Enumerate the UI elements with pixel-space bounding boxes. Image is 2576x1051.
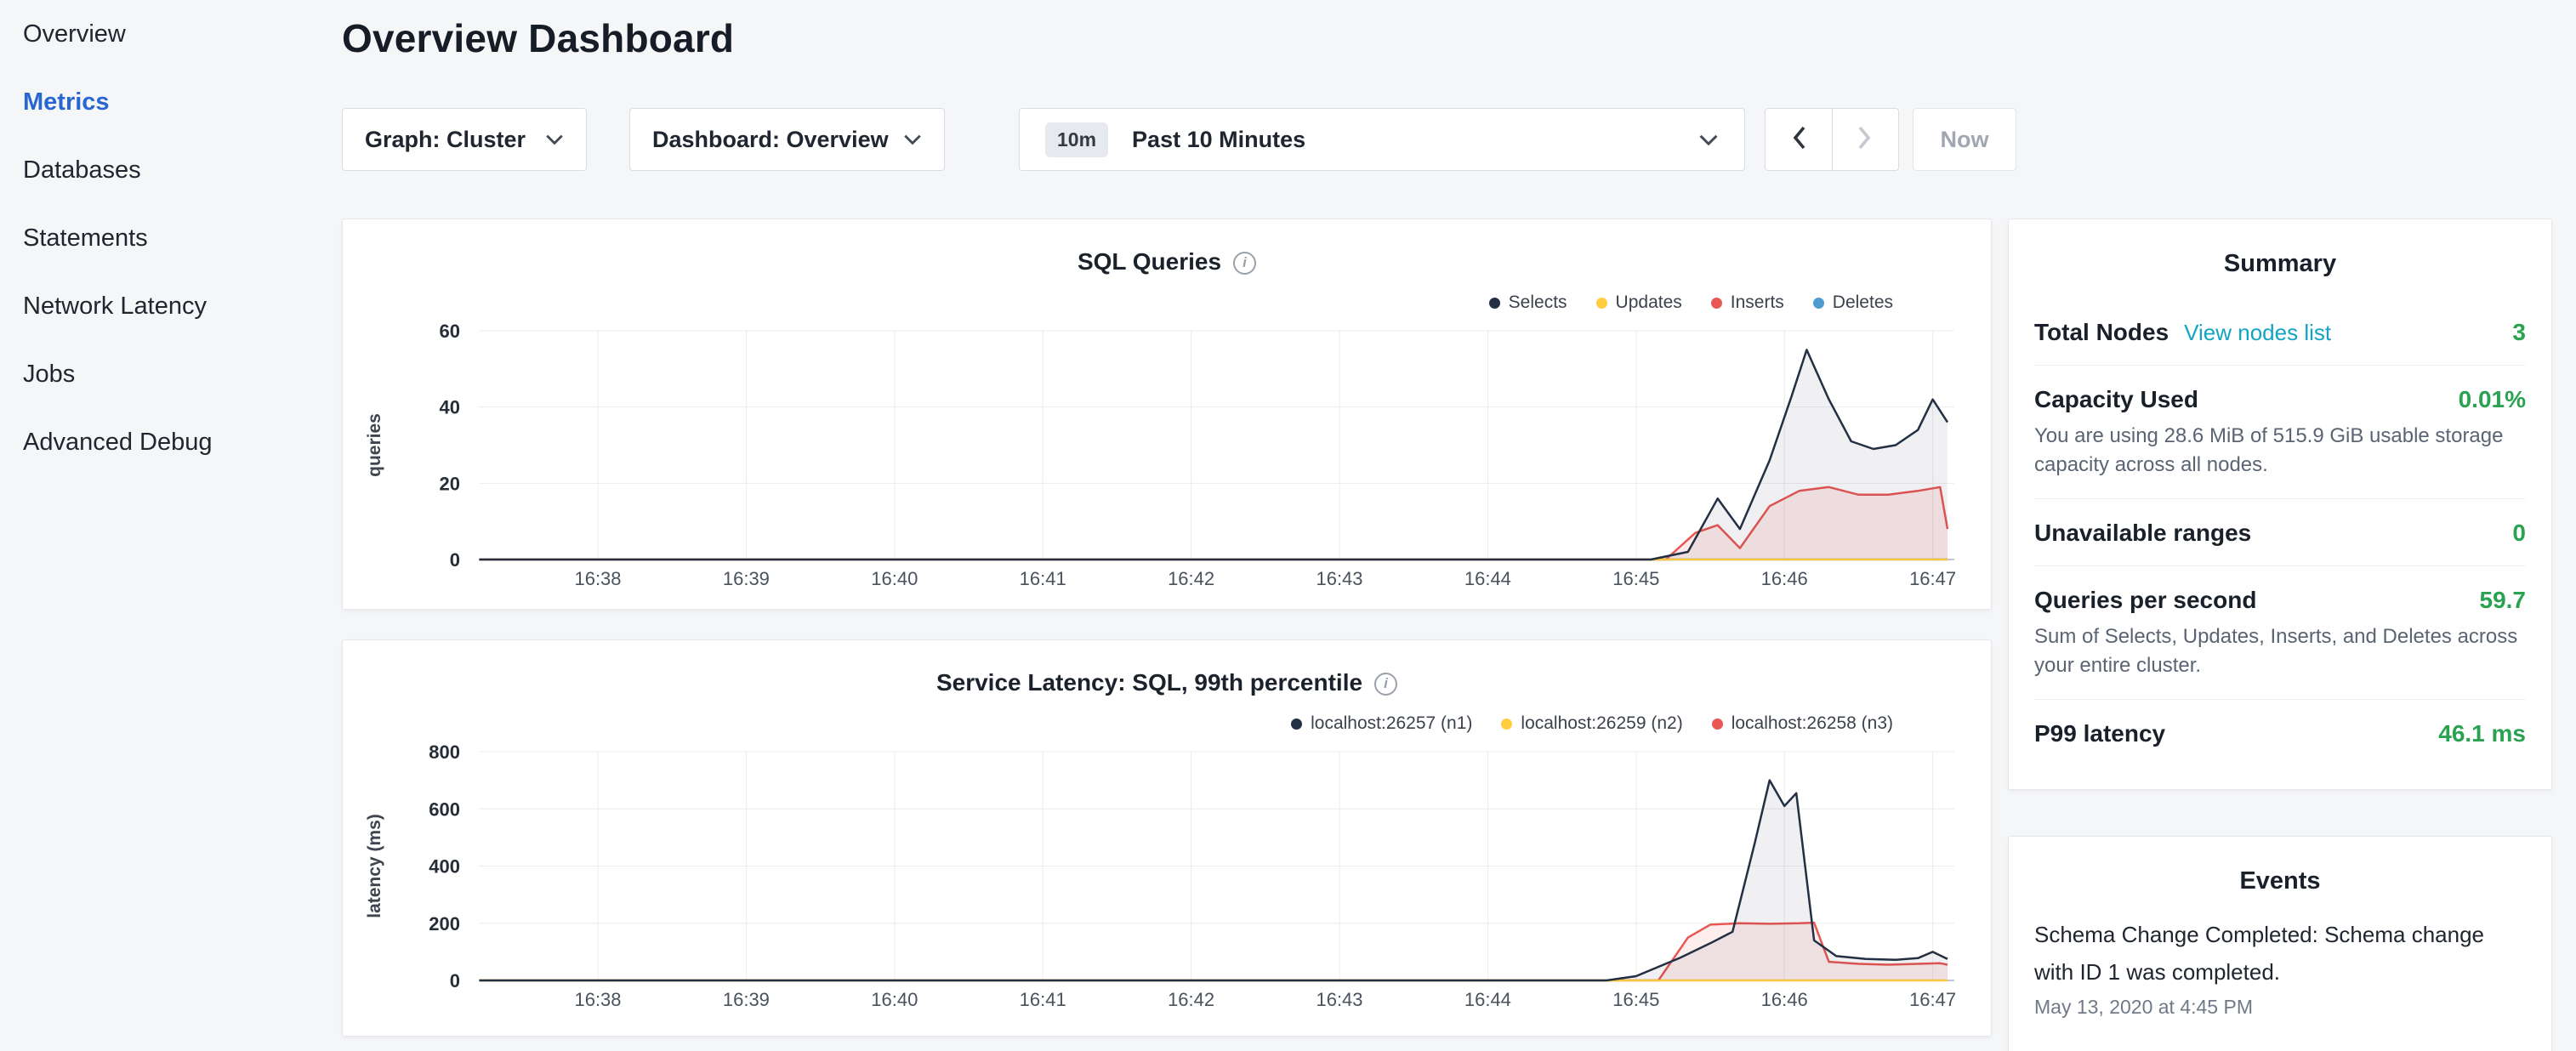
now-button-label: Now bbox=[1941, 127, 1989, 153]
svg-text:16:40: 16:40 bbox=[871, 989, 918, 1010]
chevron-left-icon bbox=[1790, 124, 1807, 156]
service-latency-chart[interactable]: 0 200 400 600 800 16:38 16:39 16:40 16:41 16:42 16… bbox=[343, 640, 1991, 1027]
summary-row: Unavailable ranges 0 bbox=[2034, 498, 2526, 565]
sidebar-item-overview[interactable]: Overview bbox=[0, 0, 319, 68]
event-item[interactable]: Schema Change Completed: Schema change w… bbox=[2034, 916, 2526, 1019]
summary-row: Queries per second 59.7 Sum of Selects, Up… bbox=[2034, 565, 2526, 699]
svg-text:16:45: 16:45 bbox=[1612, 568, 1659, 589]
svg-text:16:39: 16:39 bbox=[723, 989, 770, 1010]
svg-text:40: 40 bbox=[440, 397, 460, 418]
svg-text:16:46: 16:46 bbox=[1761, 568, 1808, 589]
summary-row: Capacity Used 0.01% You are using 28.6 MiB… bbox=[2034, 365, 2526, 498]
svg-text:16:42: 16:42 bbox=[1168, 989, 1214, 1010]
svg-text:16:43: 16:43 bbox=[1316, 568, 1362, 589]
summary-description: Sum of Selects, Updates, Inserts, and De… bbox=[2034, 622, 2526, 680]
svg-text:16:38: 16:38 bbox=[574, 568, 621, 589]
svg-text:16:47: 16:47 bbox=[1909, 989, 1956, 1010]
dashboard-dropdown-label: Dashboard: Overview bbox=[652, 127, 889, 153]
summary-label: Queries per second bbox=[2034, 587, 2256, 614]
previous-range-button[interactable] bbox=[1765, 108, 1833, 171]
time-range-badge: 10m bbox=[1045, 122, 1108, 157]
svg-text:16:38: 16:38 bbox=[574, 989, 621, 1010]
svg-text:16:44: 16:44 bbox=[1464, 989, 1511, 1010]
svg-text:16:41: 16:41 bbox=[1020, 989, 1066, 1010]
summary-panel: Summary Total Nodes View nodes list 3 Capac… bbox=[2008, 219, 2552, 790]
event-text: Schema Change Completed: Schema change w… bbox=[2034, 916, 2526, 991]
sql-queries-chart-panel: SQL Queries SelectsUpdatesInsertsDeletes… bbox=[342, 219, 1992, 610]
svg-text:16:44: 16:44 bbox=[1464, 568, 1511, 589]
chevron-down-icon bbox=[545, 134, 564, 145]
summary-label: Total Nodes bbox=[2034, 319, 2169, 346]
sidebar-item-databases[interactable]: Databases bbox=[0, 136, 319, 204]
sidebar-item-advanced-debug[interactable]: Advanced Debug bbox=[0, 408, 319, 476]
summary-title: Summary bbox=[2009, 219, 2551, 298]
svg-text:800: 800 bbox=[429, 741, 460, 763]
summary-value: 0.01% bbox=[2459, 386, 2526, 413]
svg-text:16:41: 16:41 bbox=[1020, 568, 1066, 589]
svg-text:200: 200 bbox=[429, 913, 460, 935]
now-button[interactable]: Now bbox=[1913, 108, 2016, 171]
svg-text:16:45: 16:45 bbox=[1612, 989, 1659, 1010]
summary-value: 0 bbox=[2512, 520, 2526, 547]
event-timestamp: May 13, 2020 at 4:45 PM bbox=[2034, 996, 2526, 1019]
next-range-button[interactable] bbox=[1832, 108, 1900, 171]
summary-label: Unavailable ranges bbox=[2034, 520, 2251, 547]
svg-text:60: 60 bbox=[440, 321, 460, 342]
sidebar-item-metrics[interactable]: Metrics bbox=[0, 68, 319, 136]
svg-text:16:39: 16:39 bbox=[723, 568, 770, 589]
svg-text:600: 600 bbox=[429, 798, 460, 820]
dashboard-dropdown[interactable]: Dashboard: Overview bbox=[629, 108, 945, 171]
events-title: Events bbox=[2009, 837, 2551, 916]
svg-text:0: 0 bbox=[450, 970, 460, 991]
summary-row: Total Nodes View nodes list 3 bbox=[2034, 298, 2526, 365]
time-range-dropdown[interactable]: 10m Past 10 Minutes bbox=[1019, 108, 1745, 171]
graph-dropdown[interactable]: Graph: Cluster bbox=[342, 108, 587, 171]
summary-label: Capacity Used bbox=[2034, 386, 2198, 413]
svg-text:16:42: 16:42 bbox=[1168, 568, 1214, 589]
view-nodes-list-link[interactable]: View nodes list bbox=[2184, 320, 2331, 346]
events-panel: Events Schema Change Completed: Schema c… bbox=[2008, 836, 2552, 1051]
sidebar-item-jobs[interactable]: Jobs bbox=[0, 340, 319, 408]
sidebar-item-network-latency[interactable]: Network Latency bbox=[0, 272, 319, 340]
page-title: Overview Dashboard bbox=[342, 15, 734, 61]
svg-text:16:46: 16:46 bbox=[1761, 989, 1808, 1010]
chevron-down-icon bbox=[903, 134, 922, 145]
sidebar: OverviewMetricsDatabasesStatementsNetwor… bbox=[0, 0, 319, 1051]
svg-text:16:43: 16:43 bbox=[1316, 989, 1362, 1010]
summary-value: 46.1 ms bbox=[2438, 720, 2526, 747]
svg-text:16:40: 16:40 bbox=[871, 568, 918, 589]
summary-row: P99 latency 46.1 ms bbox=[2034, 699, 2526, 766]
svg-text:16:47: 16:47 bbox=[1909, 568, 1956, 589]
chevron-right-icon bbox=[1857, 124, 1874, 156]
svg-text:20: 20 bbox=[440, 473, 460, 494]
sql-queries-chart[interactable]: 0 20 40 60 16:38 16:39 16:40 16:41 16:42 16:43 16:… bbox=[343, 219, 1991, 606]
summary-label: P99 latency bbox=[2034, 720, 2165, 747]
chevron-down-icon bbox=[1698, 134, 1719, 146]
service-latency-chart-panel: Service Latency: SQL, 99th percentile lo… bbox=[342, 639, 1992, 1037]
summary-value: 59.7 bbox=[2480, 587, 2527, 614]
summary-description: You are using 28.6 MiB of 515.9 GiB usab… bbox=[2034, 422, 2526, 480]
svg-text:0: 0 bbox=[450, 549, 460, 571]
sidebar-item-statements[interactable]: Statements bbox=[0, 204, 319, 272]
graph-dropdown-label: Graph: Cluster bbox=[365, 127, 526, 153]
summary-value: 3 bbox=[2512, 319, 2526, 346]
svg-text:latency (ms): latency (ms) bbox=[365, 814, 384, 918]
svg-text:400: 400 bbox=[429, 856, 460, 878]
time-pager bbox=[1765, 108, 1899, 171]
svg-text:queries: queries bbox=[365, 413, 384, 477]
time-range-label: Past 10 Minutes bbox=[1132, 127, 1305, 153]
